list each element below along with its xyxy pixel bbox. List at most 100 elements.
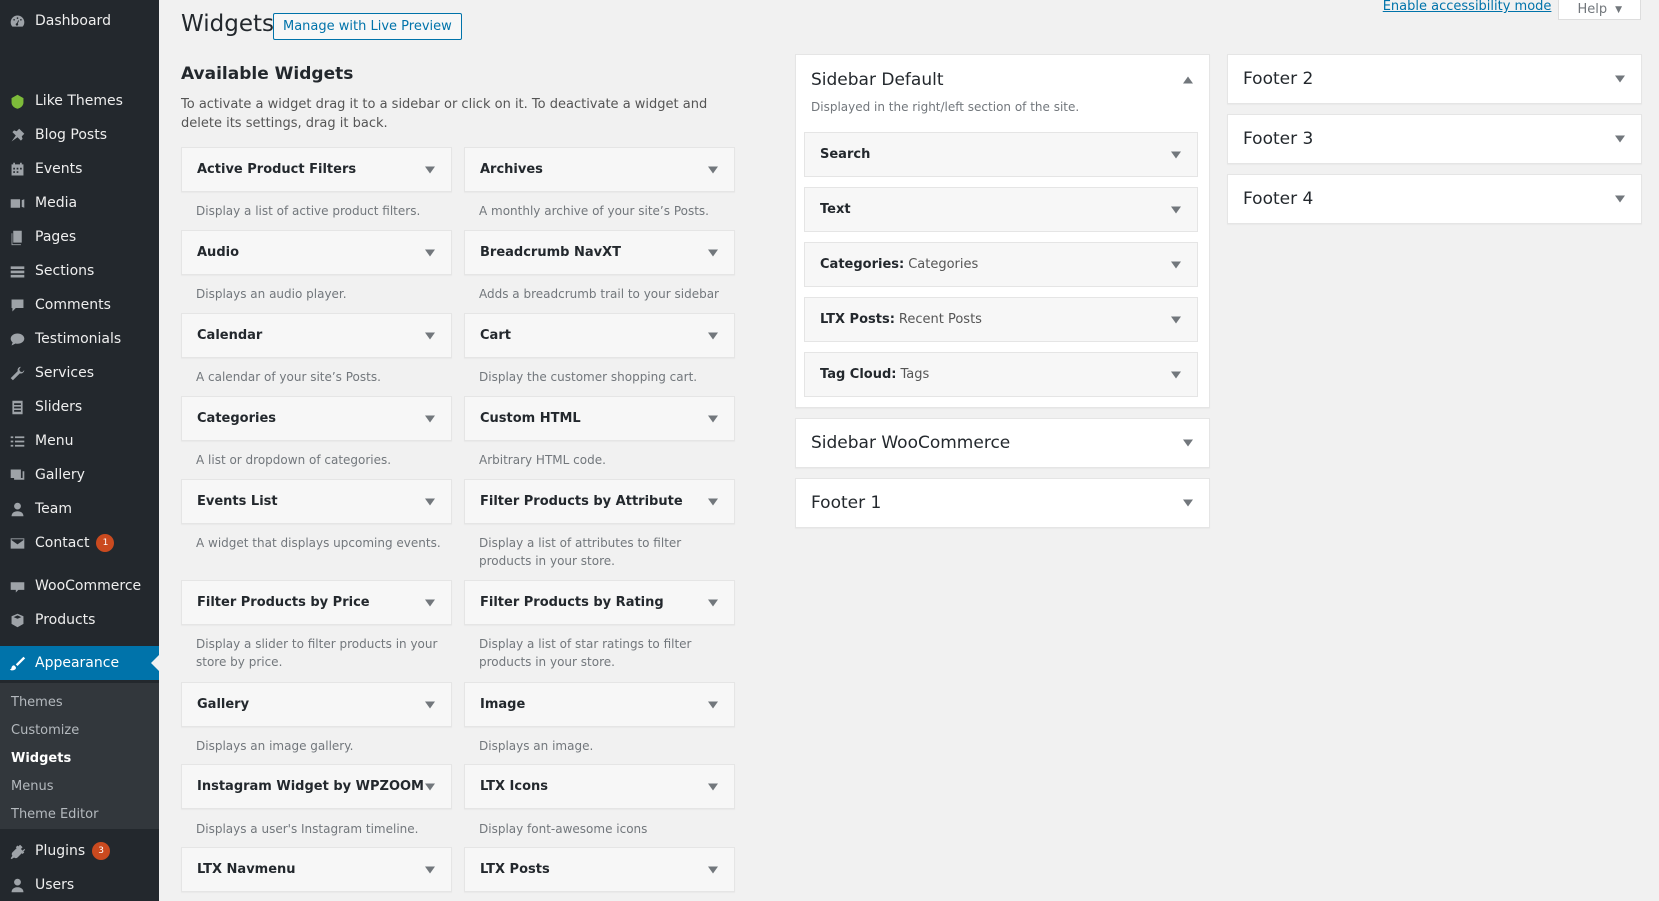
menu-sliders[interactable]: Sliders — [0, 390, 159, 424]
chevron-up-icon[interactable] — [1183, 76, 1193, 84]
slides-icon — [7, 398, 27, 416]
menu-appearance[interactable]: Appearance — [0, 646, 159, 680]
chevron-down-icon[interactable] — [425, 415, 435, 422]
chevron-down-icon[interactable] — [1183, 439, 1193, 447]
widget-breadcrumb-navxt[interactable]: Breadcrumb NavXT — [464, 230, 735, 275]
menu-events[interactable]: Events — [0, 152, 159, 186]
widget-description: A widget that displays upcoming events. — [196, 536, 441, 550]
chevron-down-icon[interactable] — [708, 599, 718, 606]
widget-events-list[interactable]: Events List — [181, 479, 452, 524]
menu-like-themes[interactable]: Like Themes — [0, 84, 159, 118]
widget-filter-products-by-attribute[interactable]: Filter Products by Attribute — [464, 479, 735, 524]
widget-description: A list or dropdown of categories. — [196, 453, 392, 467]
chevron-down-icon[interactable] — [708, 332, 718, 339]
chevron-down-icon[interactable] — [708, 166, 718, 173]
widget-image[interactable]: Image — [464, 682, 735, 727]
widget-ltx-navmenu[interactable]: LTX Navmenu — [181, 847, 452, 892]
chevron-down-icon[interactable] — [1171, 261, 1181, 268]
chevron-down-icon[interactable] — [425, 166, 435, 173]
menu-contact[interactable]: Contact 1 — [0, 526, 159, 560]
chevron-down-icon[interactable] — [708, 783, 718, 790]
chevron-down-icon[interactable] — [708, 498, 718, 505]
sidebar-widget-search[interactable]: Search — [804, 132, 1198, 177]
sidebar-widget-tag-cloud[interactable]: Tag Cloud: Tags — [804, 352, 1198, 397]
sections-icon — [7, 262, 27, 280]
chevron-down-icon[interactable] — [1615, 135, 1625, 143]
chevron-down-icon[interactable] — [1171, 316, 1181, 323]
chevron-down-icon[interactable] — [1615, 75, 1625, 83]
sidebar-default-header[interactable]: Sidebar Default — [796, 56, 1209, 104]
help-tab[interactable]: Help ▼ — [1558, 0, 1641, 20]
chevron-down-icon[interactable] — [425, 249, 435, 256]
menu-media[interactable]: Media — [0, 186, 159, 220]
widget-ltx-icons[interactable]: LTX Icons — [464, 764, 735, 809]
menu-dashboard[interactable]: Dashboard — [0, 4, 159, 38]
widget-cart[interactable]: Cart — [464, 313, 735, 358]
chevron-down-icon[interactable] — [1171, 371, 1181, 378]
menu-testimonials[interactable]: Testimonials — [0, 322, 159, 356]
menu-comments[interactable]: Comments — [0, 288, 159, 322]
sidebar-footer-3: Footer 3 — [1227, 114, 1642, 164]
menu-services[interactable]: Services — [0, 356, 159, 390]
chevron-down-icon[interactable] — [708, 249, 718, 256]
wrench-icon — [7, 364, 27, 382]
widget-custom-html[interactable]: Custom HTML — [464, 396, 735, 441]
sidebar-widget-text[interactable]: Text — [804, 187, 1198, 232]
submenu-menus[interactable]: Menus — [11, 779, 53, 794]
accessibility-mode-link[interactable]: Enable accessibility mode — [1383, 0, 1552, 14]
manage-live-preview-button[interactable]: Manage with Live Preview — [273, 13, 462, 40]
widget-ltx-posts[interactable]: LTX Posts — [464, 847, 735, 892]
chevron-down-icon[interactable] — [1183, 499, 1193, 507]
chevron-down-icon[interactable] — [425, 783, 435, 790]
chevron-down-icon[interactable] — [1171, 206, 1181, 213]
menu-gallery[interactable]: Gallery — [0, 458, 159, 492]
available-widgets-description: To activate a widget drag it to a sideba… — [181, 97, 708, 131]
submenu-customize[interactable]: Customize — [11, 723, 79, 738]
chevron-down-icon[interactable] — [425, 599, 435, 606]
widget-gallery[interactable]: Gallery — [181, 682, 452, 727]
sidebar-footer-2-header[interactable]: Footer 2 — [1228, 55, 1641, 103]
chevron-down-icon[interactable] — [708, 866, 718, 873]
widget-description: Displays an image. — [479, 739, 594, 753]
sidebar-woocommerce-header[interactable]: Sidebar WooCommerce — [796, 419, 1209, 467]
chevron-down-icon[interactable] — [425, 701, 435, 708]
widget-description: Displays an image gallery. — [196, 739, 354, 753]
menu-woocommerce[interactable]: WooCommerce — [0, 569, 159, 603]
menu-products[interactable]: Products — [0, 603, 159, 637]
widget-categories[interactable]: Categories — [181, 396, 452, 441]
admin-sidebar: Dashboard Like Themes Blog Posts Events … — [0, 0, 159, 901]
widget-description: Displays an audio player. — [196, 287, 347, 301]
widget-filter-products-by-rating[interactable]: Filter Products by Rating — [464, 580, 735, 625]
chevron-down-icon[interactable] — [708, 415, 718, 422]
submenu-themes[interactable]: Themes — [11, 695, 63, 710]
chevron-down-icon[interactable] — [425, 332, 435, 339]
sidebar-woocommerce: Sidebar WooCommerce — [795, 418, 1210, 468]
sidebar-widget-categories[interactable]: Categories: Categories — [804, 242, 1198, 287]
sidebar-footer-1-header[interactable]: Footer 1 — [796, 479, 1209, 527]
submenu-theme-editor[interactable]: Theme Editor — [11, 807, 98, 822]
widget-archives[interactable]: Archives — [464, 147, 735, 192]
chevron-down-icon[interactable] — [1171, 151, 1181, 158]
menu-sections[interactable]: Sections — [0, 254, 159, 288]
menu-blog-posts[interactable]: Blog Posts — [0, 118, 159, 152]
widget-active-product-filters[interactable]: Active Product Filters — [181, 147, 452, 192]
chevron-down-icon[interactable] — [425, 866, 435, 873]
sidebar-footer-3-header[interactable]: Footer 3 — [1228, 115, 1641, 163]
widget-audio[interactable]: Audio — [181, 230, 452, 275]
widget-calendar[interactable]: Calendar — [181, 313, 452, 358]
menu-plugins[interactable]: Plugins 3 — [0, 834, 159, 868]
chevron-down-icon[interactable] — [425, 498, 435, 505]
menu-users[interactable]: Users — [0, 868, 159, 901]
menu-menu[interactable]: Menu — [0, 424, 159, 458]
widget-filter-products-by-price[interactable]: Filter Products by Price — [181, 580, 452, 625]
chevron-down-icon[interactable] — [1615, 195, 1625, 203]
sidebar-widget-ltx-posts[interactable]: LTX Posts: Recent Posts — [804, 297, 1198, 342]
submenu-widgets[interactable]: Widgets — [11, 751, 71, 766]
calendar-icon — [7, 160, 27, 178]
sidebar-footer-4-header[interactable]: Footer 4 — [1228, 175, 1641, 223]
widget-instagram-wpzoom[interactable]: Instagram Widget by WPZOOM — [181, 764, 452, 809]
chevron-down-icon[interactable] — [708, 701, 718, 708]
menu-team[interactable]: Team — [0, 492, 159, 526]
menu-pages[interactable]: Pages — [0, 220, 159, 254]
widget-description: Displays a user's Instagram timeline. — [196, 822, 419, 836]
